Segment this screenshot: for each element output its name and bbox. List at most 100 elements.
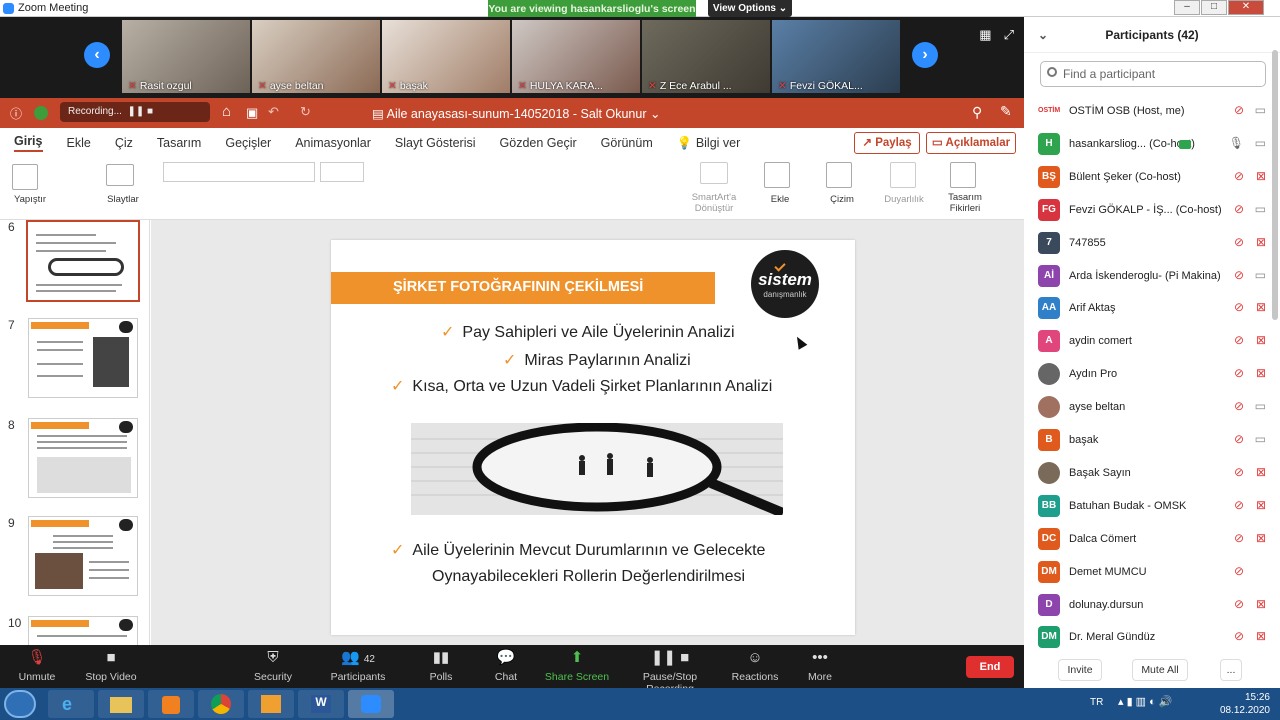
participant-row[interactable]: Ddolunay.dursun ⊘ ⊠ (1024, 589, 1274, 622)
video-tile[interactable]: ✕ başak (382, 20, 510, 93)
more-button[interactable]: ••• More (785, 645, 855, 683)
more-options-button[interactable]: ... (1220, 659, 1242, 681)
slide-thumb-6[interactable] (26, 220, 140, 302)
insert-shape-icon[interactable] (764, 162, 790, 188)
video-tile[interactable]: ✕ HULYA KARA... (512, 20, 640, 93)
tab-gorunum[interactable]: Görünüm (601, 136, 653, 150)
share-screen-button[interactable]: ⬆ Share Screen (542, 645, 612, 683)
tab-giris[interactable]: Giriş (14, 134, 43, 152)
collapse-chevron-icon[interactable]: ⌄ (1038, 17, 1048, 53)
video-camera-icon[interactable]: ▭ (1255, 136, 1266, 150)
paste-icon[interactable] (12, 164, 38, 190)
muted-mic-icon[interactable]: ⊘ (1234, 432, 1244, 446)
muted-mic-icon[interactable]: ⊘ (1234, 333, 1244, 347)
tab-bilgi-ver[interactable]: 💡 Bilgi ver (677, 136, 741, 151)
invite-button[interactable]: Invite (1058, 659, 1102, 681)
participant-row[interactable]: Başak Sayın ⊘ ⊠ (1024, 457, 1274, 490)
drawing-icon[interactable] (826, 162, 852, 188)
slide-thumb-9[interactable] (28, 516, 138, 596)
mic-icon[interactable]: 🎙 (1229, 136, 1244, 150)
current-slide[interactable]: ŞİRKET FOTOĞRAFININ ÇEKİLMESİ sistem dan… (331, 240, 855, 635)
video-camera-icon[interactable]: ▭ (1255, 268, 1266, 282)
video-camera-icon[interactable]: ▭ (1255, 103, 1266, 117)
tab-gecisler[interactable]: Geçişler (225, 136, 271, 150)
slide-thumb-7[interactable] (28, 318, 138, 398)
tab-slayt-gosterisi[interactable]: Slayt Gösterisi (395, 136, 476, 150)
slides-icon[interactable] (106, 164, 134, 186)
video-off-icon[interactable]: ⊠ (1256, 300, 1266, 314)
prev-page-button[interactable]: ‹ (84, 42, 110, 68)
muted-mic-icon[interactable]: ⊘ (1234, 169, 1244, 183)
video-off-icon[interactable]: ⊠ (1256, 498, 1266, 512)
participant-row[interactable]: 7 747855 ⊘ ⊠ (1024, 227, 1274, 260)
tab-tasarim[interactable]: Tasarım (157, 136, 201, 150)
participant-row[interactable]: Bbaşak ⊘ ▭ (1024, 424, 1274, 457)
muted-mic-icon[interactable]: ⊘ (1234, 564, 1244, 578)
participant-row[interactable]: DC Dalca Cömert ⊘ ⊠ (1024, 523, 1274, 556)
video-off-icon[interactable]: ⊠ (1256, 169, 1266, 183)
muted-mic-icon[interactable]: ⊘ (1234, 202, 1244, 216)
participant-row[interactable]: Aİ Arda İskenderoglu- (Pi Makina) ⊘ ▭ (1024, 260, 1274, 293)
gallery-view-icon[interactable]: ▦ (979, 27, 991, 43)
muted-mic-icon[interactable]: ⊘ (1234, 235, 1244, 249)
pen-icon[interactable]: ✎ (1000, 103, 1012, 120)
sensitivity-icon[interactable] (890, 162, 916, 188)
muted-mic-icon[interactable]: ⊘ (1234, 366, 1244, 380)
participant-row[interactable]: DM Demet MUMCU ⊘ (1024, 556, 1274, 589)
security-button[interactable]: ⛨ Security (238, 645, 308, 683)
recording-indicator[interactable]: Recording... ❚❚ ■ (60, 102, 210, 122)
comments-button[interactable]: ▭ Açıklamalar (926, 132, 1016, 154)
participant-row[interactable]: BŞ Bülent Şeker (Co-host) ⊘ ⊠ (1024, 161, 1274, 194)
tab-animasyonlar[interactable]: Animasyonlar (295, 136, 371, 150)
muted-mic-icon[interactable]: ⊘ (1234, 531, 1244, 545)
undo-icon[interactable]: ↶ (268, 104, 279, 120)
designer-icon[interactable] (950, 162, 976, 188)
view-options-button[interactable]: View Options ⌄ (708, 0, 792, 17)
video-camera-icon[interactable]: ▭ (1255, 432, 1266, 446)
chat-button[interactable]: 💬 Chat (471, 645, 541, 683)
muted-mic-icon[interactable]: ⊘ (1234, 629, 1244, 643)
next-page-button[interactable]: › (912, 42, 938, 68)
participant-row[interactable]: Aaydin comert ⊘ ⊠ (1024, 325, 1274, 358)
slide-thumb-8[interactable] (28, 418, 138, 498)
close-button[interactable]: ✕ (1228, 0, 1264, 15)
video-tile[interactable]: ✕ Z Ece Arabul ... (642, 20, 770, 93)
stop-video-button[interactable]: ■ Stop Video (76, 645, 146, 683)
search-icon[interactable]: ⚲ (972, 104, 982, 121)
video-tile[interactable]: ✕ Fevzi GÖKAL... (772, 20, 900, 93)
slide-thumb-10[interactable] (28, 616, 138, 645)
video-off-icon[interactable]: ⊠ (1256, 531, 1266, 545)
font-name-select[interactable] (163, 162, 315, 182)
internet-explorer-icon[interactable]: e (48, 690, 94, 718)
word-icon[interactable]: W (298, 690, 344, 718)
muted-mic-icon[interactable]: ⊘ (1234, 597, 1244, 611)
muted-mic-icon[interactable]: ⊘ (1234, 399, 1244, 413)
minimize-button[interactable]: – (1174, 0, 1200, 15)
participant-row[interactable]: BB Batuhan Budak - OMSK ⊘ ⊠ (1024, 490, 1274, 523)
tab-gozden-gecir[interactable]: Gözden Geçir (500, 136, 577, 150)
mute-all-button[interactable]: Mute All (1132, 659, 1188, 681)
clock[interactable]: 15:26 08.12.2020 (1220, 691, 1270, 717)
end-meeting-button[interactable]: End (966, 656, 1014, 678)
video-off-icon[interactable]: ⊠ (1256, 333, 1266, 347)
home-icon[interactable]: ⌂ (222, 103, 231, 120)
video-camera-icon[interactable]: ▭ (1255, 202, 1266, 216)
chrome-icon[interactable] (198, 690, 244, 718)
video-tile[interactable]: ✕ ayse beltan (252, 20, 380, 93)
language-indicator[interactable]: TR (1090, 697, 1103, 708)
share-button[interactable]: ↗ Paylaş (854, 132, 920, 154)
video-off-icon[interactable]: ⊠ (1256, 465, 1266, 479)
outlook-icon[interactable] (248, 690, 294, 718)
muted-mic-icon[interactable]: ⊘ (1234, 465, 1244, 479)
video-off-icon[interactable]: ⊠ (1256, 366, 1266, 380)
video-tile[interactable]: ✕ Rasit ozgul (122, 20, 250, 93)
muted-mic-icon[interactable]: ⊘ (1234, 103, 1244, 117)
reactions-button[interactable]: ☺ Reactions (720, 645, 790, 683)
muted-mic-icon[interactable]: ⊘ (1234, 268, 1244, 282)
participant-row[interactable]: FG Fevzi GÖKALP - İŞ... (Co-host) ⊘ ▭ (1024, 194, 1274, 227)
participant-row[interactable]: DM Dr. Meral Gündüz ⊘ ⊠ (1024, 621, 1274, 654)
smartart-icon[interactable] (700, 162, 728, 184)
zoom-taskbar-icon[interactable] (348, 690, 394, 718)
participant-row[interactable]: ayse beltan ⊘ ▭ (1024, 391, 1274, 424)
file-explorer-icon[interactable] (98, 690, 144, 718)
